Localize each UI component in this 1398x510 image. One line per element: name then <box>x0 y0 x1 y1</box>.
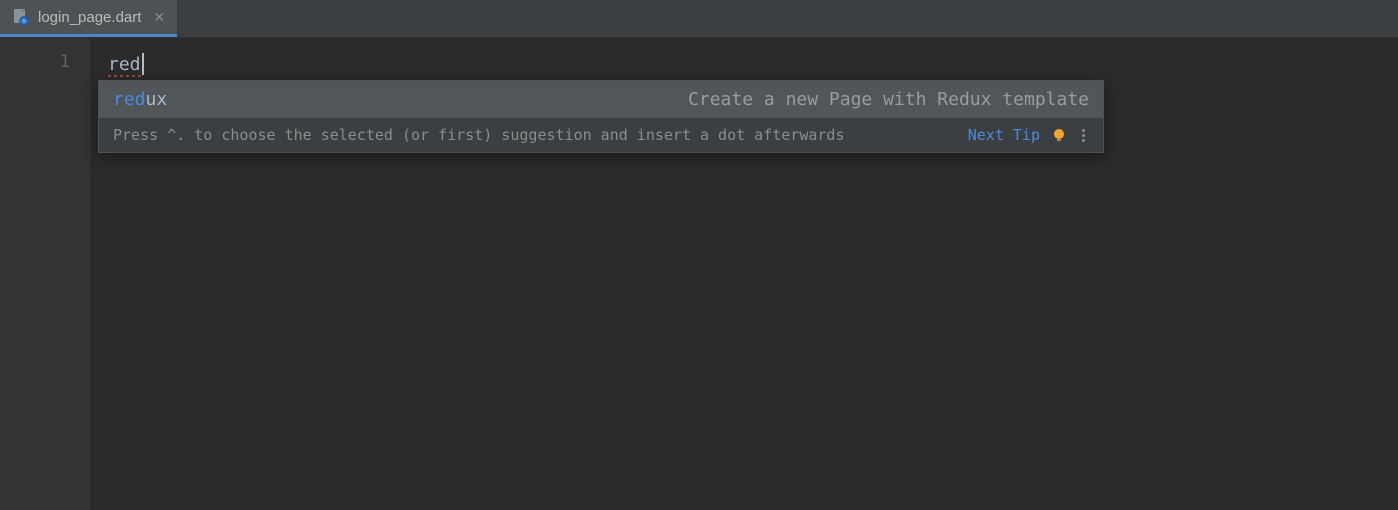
more-options-icon[interactable] <box>1078 129 1089 142</box>
line-number: 1 <box>0 52 70 72</box>
close-tab-icon[interactable]: ✕ <box>153 9 165 26</box>
suggestion-item[interactable]: redux Create a new Page with Redux templ… <box>99 81 1103 118</box>
suggestion-description: Create a new Page with Redux template <box>688 89 1089 110</box>
code-area[interactable]: red redux Create a new Page with Redux t… <box>90 38 1398 510</box>
tip-text: Press ^. to choose the selected (or firs… <box>113 126 958 144</box>
line-gutter: 1 <box>0 38 90 510</box>
code-line-1: red <box>108 52 1398 76</box>
editor-area: 1 red redux Create a new Page with Redux… <box>0 38 1398 510</box>
suggestion-label: redux <box>113 89 167 110</box>
autocomplete-popup: redux Create a new Page with Redux templ… <box>98 80 1104 153</box>
tab-bar: login_page.dart ✕ <box>0 0 1398 38</box>
typed-text: red <box>108 54 141 75</box>
text-cursor <box>142 53 144 75</box>
tip-bar: Press ^. to choose the selected (or firs… <box>99 118 1103 152</box>
tab-filename: login_page.dart <box>38 9 141 26</box>
suggestion-match: red <box>113 89 146 110</box>
file-tab[interactable]: login_page.dart ✕ <box>0 0 177 37</box>
dart-file-icon <box>12 8 30 26</box>
suggestion-rest: ux <box>146 89 168 110</box>
next-tip-link[interactable]: Next Tip <box>968 126 1040 144</box>
lightbulb-icon[interactable] <box>1050 126 1068 144</box>
